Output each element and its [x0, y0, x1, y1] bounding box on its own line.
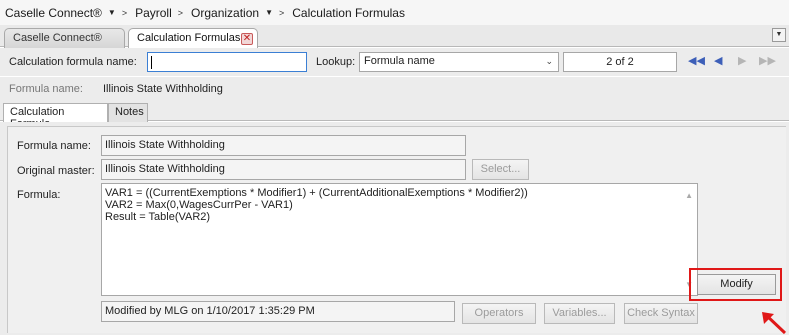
formula-line: VAR2 = Max(0,WagesCurrPer - VAR1): [105, 199, 293, 211]
calculation-formula-name-input[interactable]: [147, 52, 307, 72]
tab-bar: Caselle Connect® Calculation Formulas ✕ …: [0, 25, 789, 50]
caret-down-icon[interactable]: ▼: [108, 8, 116, 17]
tab-calculation-formulas[interactable]: Calculation Formulas ✕: [128, 28, 258, 50]
lookup-select[interactable]: Formula name ⌄: [359, 52, 559, 72]
formula-header-label: Formula name:: [9, 83, 83, 95]
first-page-icon[interactable]: ◀◀: [688, 54, 705, 67]
tab-calculation-formula[interactable]: Calculation Formula: [3, 103, 108, 130]
last-page-icon: ▶▶: [759, 55, 776, 67]
original-master-field[interactable]: Illinois State Withholding: [101, 159, 466, 180]
text-caret: [151, 56, 152, 69]
breadcrumb-separator: >: [121, 7, 128, 18]
tab-label: Calculation Formulas: [137, 32, 241, 44]
operators-button[interactable]: Operators: [462, 303, 536, 324]
breadcrumb-calculation-formulas: Calculation Formulas: [292, 5, 405, 20]
chevron-down-icon: ⌄: [545, 56, 553, 66]
modify-highlight-box: [689, 268, 782, 301]
breadcrumb-separator: >: [177, 7, 184, 18]
close-icon[interactable]: ✕: [241, 33, 253, 45]
next-page-icon: ▶: [738, 55, 747, 67]
breadcrumb-caselle-connect[interactable]: Caselle Connect®: [5, 6, 102, 20]
formula-textarea[interactable]: VAR1 = ((CurrentExemptions * Modifier1) …: [101, 183, 698, 296]
formula-label: Formula:: [17, 189, 61, 201]
formula-header-value: Illinois State Withholding: [103, 83, 223, 95]
scroll-up-icon[interactable]: ▲: [685, 190, 693, 202]
previous-page-icon[interactable]: ◀: [714, 54, 722, 67]
lookup-selected-value: Formula name: [364, 55, 435, 67]
calculation-formula-name-label: Calculation formula name:: [9, 56, 137, 68]
select-button[interactable]: Select...: [472, 159, 529, 180]
lookup-label: Lookup:: [316, 56, 356, 68]
page-count: 2 of 2: [563, 52, 677, 72]
variables-button[interactable]: Variables...: [544, 303, 615, 324]
tab-label: Caselle Connect®: [13, 32, 102, 44]
tab-notes[interactable]: Notes: [108, 103, 148, 122]
breadcrumb-separator: >: [279, 7, 285, 18]
formula-name-field[interactable]: Illinois State Withholding: [101, 135, 466, 156]
tab-caselle-connect[interactable]: Caselle Connect®: [4, 28, 125, 48]
formula-name-label: Formula name:: [17, 140, 91, 152]
lookup-bar: Calculation formula name: Lookup: Formul…: [0, 48, 789, 76]
breadcrumb-organization[interactable]: Organization: [191, 6, 259, 20]
check-syntax-button[interactable]: Check Syntax: [624, 303, 698, 324]
breadcrumb-payroll[interactable]: Payroll: [135, 6, 172, 20]
modified-status: Modified by MLG on 1/10/2017 1:35:29 PM: [101, 301, 455, 322]
caret-down-icon[interactable]: ▼: [265, 8, 273, 17]
formula-header: Formula name: Illinois State Withholding: [0, 77, 789, 101]
formula-line: Result = Table(VAR2): [105, 211, 211, 223]
original-master-label: Original master:: [17, 165, 95, 177]
breadcrumb: Caselle Connect® ▼ > Payroll > Organizat…: [0, 0, 789, 25]
formula-line: VAR1 = ((CurrentExemptions * Modifier1) …: [105, 187, 528, 199]
pointer-arrow-icon: [762, 312, 787, 335]
sub-tab-bar: Calculation Formula Notes: [0, 101, 789, 130]
chevron-down-icon[interactable]: ▼: [772, 28, 786, 42]
